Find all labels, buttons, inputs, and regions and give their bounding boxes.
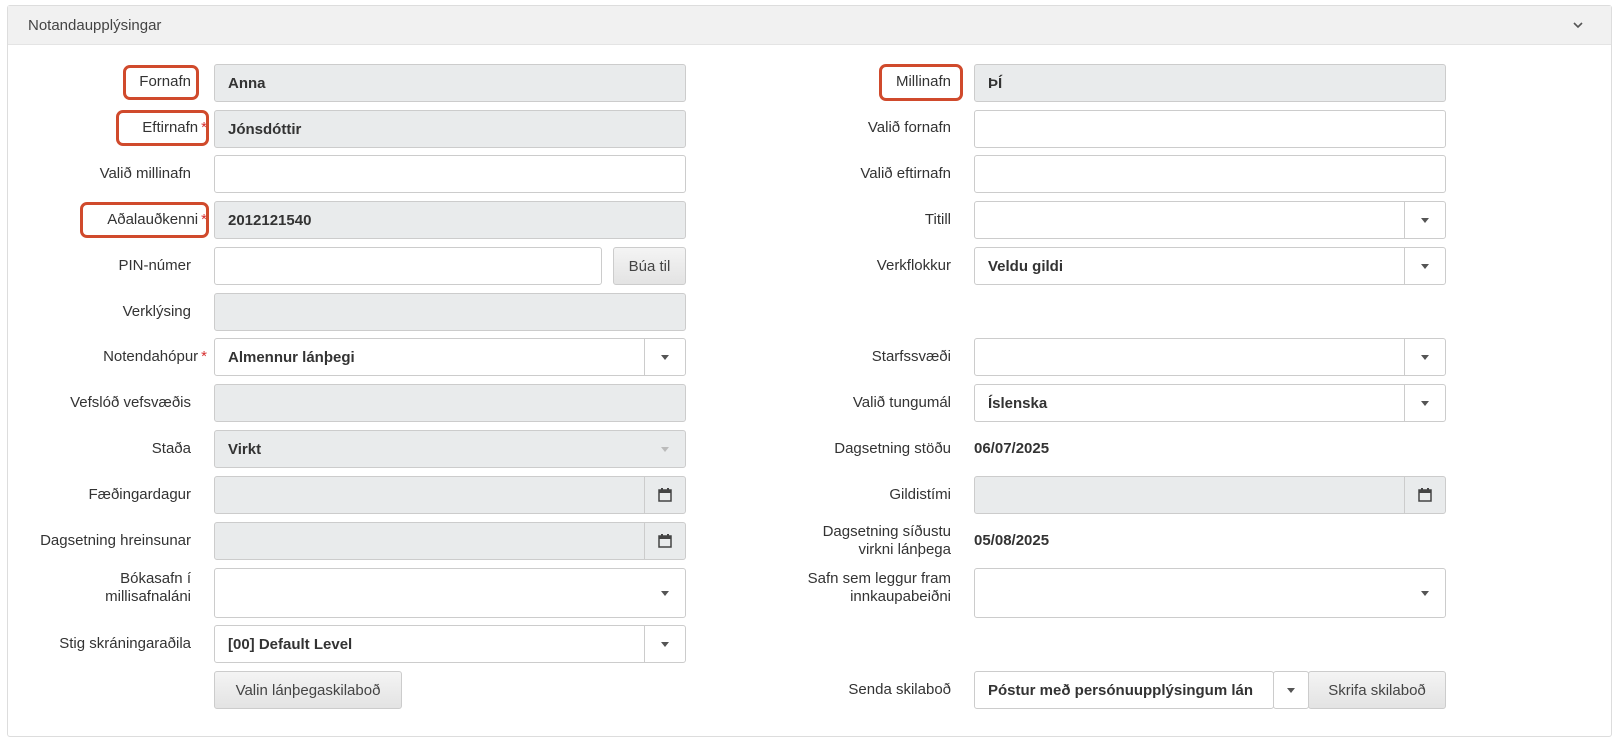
generate-pin-button[interactable]: Búa til: [613, 247, 686, 285]
label-faedingardagur: Fæðingardagur: [88, 486, 191, 503]
write-message-button[interactable]: Skrifa skilaboð: [1308, 671, 1446, 709]
caret-down-icon[interactable]: [1404, 569, 1445, 617]
label-tungumal: Valið tungumál: [852, 394, 951, 411]
valid-eftirnafn-input[interactable]: [974, 155, 1446, 193]
verkflokkur-select[interactable]: Veldu gildi: [974, 247, 1446, 285]
calendar-icon[interactable]: [1404, 477, 1445, 513]
panel-title: Notandaupplýsingar: [28, 16, 162, 34]
label-valid-millinafn: Valið millinafn: [99, 165, 191, 182]
pin-input[interactable]: [214, 247, 602, 285]
label-eftirnafn: Eftirnafn *: [142, 119, 207, 136]
label-adalaudkenni: Aðalauðkenni *: [107, 211, 207, 228]
label-vefslod: Vefslóð vefsvæðis: [70, 394, 191, 411]
valid-millinafn-input[interactable]: [214, 155, 686, 193]
label-valid-eftirnafn: Valið eftirnafn: [860, 165, 951, 182]
label-starfssvaedi: Starfssvæði: [871, 348, 951, 365]
label-verklysing: Verklýsing: [122, 303, 191, 320]
sidasta-virkni-value: 05/08/2025: [974, 532, 1050, 549]
faedingardagur-field[interactable]: [214, 476, 686, 514]
label-notendahopur: Notendahópur *: [103, 348, 207, 365]
hreinsun-field[interactable]: [214, 522, 686, 560]
label-sidasta-virkni: Dagsetning síðustu virkni lánþega: [822, 523, 951, 558]
stada-select[interactable]: Virkt: [214, 430, 686, 468]
label-stig: Stig skráningaraðila: [59, 635, 191, 652]
caret-down-icon[interactable]: [1404, 385, 1445, 421]
label-gildistimi: Gildistími: [889, 486, 951, 503]
millinafn-field[interactable]: ÞÍ: [974, 64, 1446, 102]
label-dags-stodu: Dagsetning stöðu: [834, 440, 951, 457]
label-stada: Staða: [151, 440, 191, 457]
verklysing-field[interactable]: [214, 293, 686, 331]
fornafn-field[interactable]: Anna: [214, 64, 686, 102]
label-hreinsun: Dagsetning hreinsunar: [40, 532, 191, 549]
label-verkflokkur: Verkflokkur: [876, 257, 951, 274]
vefslod-field[interactable]: [214, 384, 686, 422]
titill-select[interactable]: [974, 201, 1446, 239]
patron-messages-button[interactable]: Valin lánþegaskilaboð: [214, 671, 402, 709]
notendahopur-select[interactable]: Almennur lánþegi: [214, 338, 686, 376]
caret-down-icon[interactable]: [644, 626, 685, 662]
stig-select[interactable]: [00] Default Level: [214, 625, 686, 663]
gildistimi-field[interactable]: [974, 476, 1446, 514]
innkaup-select[interactable]: [974, 568, 1446, 618]
label-fornafn: Fornafn: [139, 73, 191, 90]
adalaudkenni-field[interactable]: 2012121540: [214, 201, 686, 239]
caret-down-icon[interactable]: [644, 339, 685, 375]
caret-down-icon[interactable]: [1404, 339, 1445, 375]
eftirnafn-field[interactable]: Jónsdóttir: [214, 110, 686, 148]
chevron-down-icon[interactable]: [1571, 18, 1585, 32]
calendar-icon[interactable]: [644, 523, 685, 559]
label-titill: Titill: [924, 211, 951, 228]
label-senda: Senda skilaboð: [848, 681, 951, 698]
caret-down-icon[interactable]: [1404, 248, 1445, 284]
tungumal-select[interactable]: Íslenska: [974, 384, 1446, 422]
caret-down-icon[interactable]: [644, 569, 685, 617]
calendar-icon[interactable]: [644, 477, 685, 513]
label-bokasafn: Bókasafn í millisafnaláni: [105, 570, 191, 605]
caret-down-icon: [644, 431, 685, 467]
label-valid-fornafn: Valið fornafn: [867, 119, 951, 136]
dags-stodu-value: 06/07/2025: [974, 440, 1050, 457]
caret-down-icon[interactable]: [1273, 671, 1309, 709]
bokasafn-select[interactable]: [214, 568, 686, 618]
valid-fornafn-input[interactable]: [974, 110, 1446, 148]
label-millinafn: Millinafn: [895, 73, 951, 90]
label-innkaup: Safn sem leggur fram innkaupabeiðni: [807, 570, 951, 605]
starfssvaedi-select[interactable]: [974, 338, 1446, 376]
label-pin: PIN-númer: [118, 257, 191, 274]
panel-header[interactable]: Notandaupplýsingar: [8, 6, 1611, 45]
senda-select[interactable]: Póstur með persónuupplýsingum lán: [974, 671, 1274, 709]
caret-down-icon[interactable]: [1404, 202, 1445, 238]
